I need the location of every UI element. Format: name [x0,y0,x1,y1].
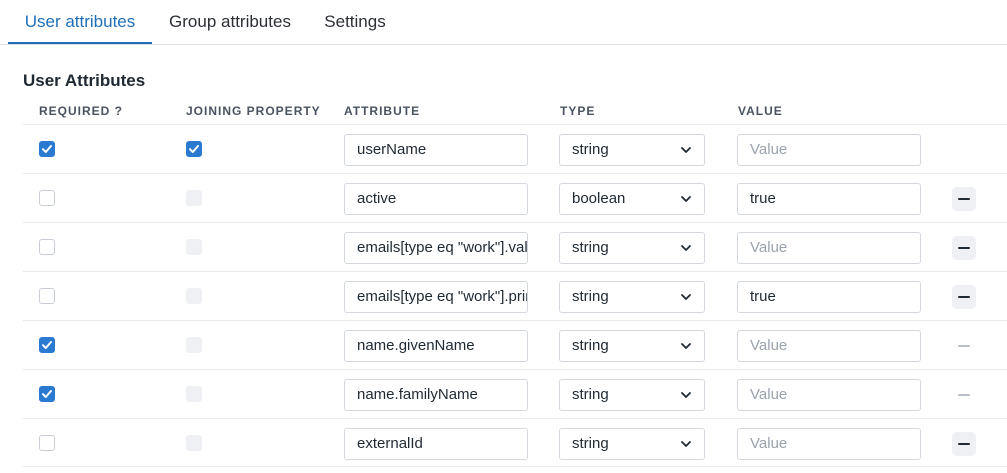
joining-property-checkbox [186,288,202,304]
minus-icon [958,296,970,298]
checkmark-icon [189,145,199,153]
chevron-down-icon [681,245,691,251]
remove-row-button[interactable] [952,187,976,211]
column-header-required: REQUIRED ? [39,104,124,118]
attribute-input[interactable]: emails[type eq "work"].primary [344,281,528,313]
table-row: userName string Value [23,124,1007,173]
required-checkbox[interactable] [39,141,55,157]
value-input[interactable]: Value [737,330,921,362]
required-checkbox[interactable] [39,435,55,451]
remove-row-button[interactable] [952,236,976,260]
required-checkbox[interactable] [39,337,55,353]
chevron-down-icon [681,343,691,349]
minus-icon [958,443,970,445]
checkmark-icon [42,390,52,398]
checkmark-icon [42,145,52,153]
chevron-down-icon [681,441,691,447]
chevron-down-icon [681,147,691,153]
type-select[interactable]: string [559,330,705,362]
table-row: active boolean true [23,173,1007,222]
required-checkbox[interactable] [39,288,55,304]
type-select[interactable]: boolean [559,183,705,215]
attribute-input[interactable]: userName [344,134,528,166]
value-input[interactable]: Value [737,134,921,166]
joining-property-checkbox [186,386,202,402]
checkmark-icon [42,341,52,349]
minus-icon [958,394,970,396]
value-input[interactable]: Value [737,232,921,264]
type-select-value: string [572,337,609,354]
minus-icon [958,247,970,249]
joining-property-checkbox [186,337,202,353]
tab-user-attributes[interactable]: User attributes [8,0,152,45]
remove-row-button [952,383,976,407]
type-select-value: string [572,288,609,305]
minus-icon [958,345,970,347]
type-select-value: string [572,386,609,403]
tab-bar: User attributes Group attributes Setting… [0,0,1007,45]
attribute-input[interactable]: active [344,183,528,215]
type-select-value: boolean [572,190,626,207]
required-checkbox[interactable] [39,190,55,206]
table-row: emails[type eq "work"].value string Value [23,222,1007,271]
remove-row-button [952,334,976,358]
value-input[interactable]: true [737,183,921,215]
value-input[interactable]: Value [737,428,921,460]
table-row: name.givenName string Value [23,320,1007,369]
type-select[interactable]: string [559,379,705,411]
value-input[interactable]: Value [737,379,921,411]
joining-property-checkbox [186,190,202,206]
active-tab-indicator [8,42,152,44]
attribute-input[interactable]: emails[type eq "work"].value [344,232,528,264]
type-select-value: string [572,141,609,158]
column-header-value: VALUE [738,104,783,118]
attribute-input[interactable]: name.givenName [344,330,528,362]
table-row: emails[type eq "work"].primary string true [23,271,1007,320]
required-checkbox[interactable] [39,386,55,402]
chevron-down-icon [681,196,691,202]
column-header-joining-property: JOINING PROPERTY [186,104,321,118]
remove-row-button[interactable] [952,432,976,456]
type-select[interactable]: string [559,281,705,313]
remove-row-button[interactable] [952,285,976,309]
tab-settings[interactable]: Settings [314,0,396,45]
section-title: User Attributes [23,71,146,90]
type-select-value: string [572,239,609,256]
value-input[interactable]: true [737,281,921,313]
attribute-input[interactable]: externalId [344,428,528,460]
joining-property-checkbox [186,435,202,451]
attribute-input[interactable]: name.familyName [344,379,528,411]
type-select-value: string [572,435,609,452]
type-select[interactable]: string [559,428,705,460]
minus-icon [958,198,970,200]
type-select[interactable]: string [559,134,705,166]
tab-group-attributes[interactable]: Group attributes [160,0,300,45]
column-header-type: TYPE [560,104,596,118]
column-header-attribute: ATTRIBUTE [344,104,421,118]
chevron-down-icon [681,294,691,300]
joining-property-checkbox[interactable] [186,141,202,157]
joining-property-checkbox [186,239,202,255]
required-checkbox[interactable] [39,239,55,255]
type-select[interactable]: string [559,232,705,264]
table-row: name.familyName string Value [23,369,1007,418]
chevron-down-icon [681,392,691,398]
table-row: externalId string Value [23,418,1007,467]
